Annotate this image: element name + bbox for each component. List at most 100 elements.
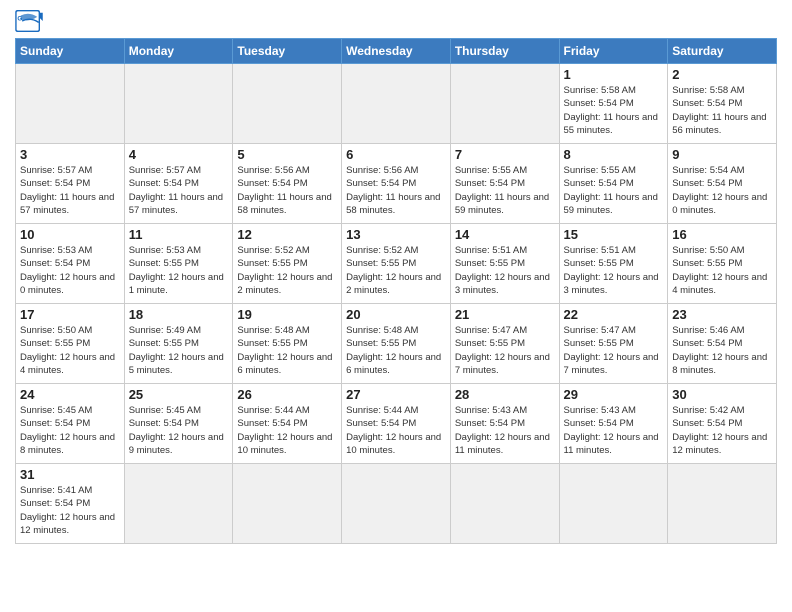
calendar-cell: 17Sunrise: 5:50 AM Sunset: 5:55 PM Dayli…	[16, 304, 125, 384]
calendar-cell: 26Sunrise: 5:44 AM Sunset: 5:54 PM Dayli…	[233, 384, 342, 464]
day-number: 21	[455, 307, 555, 322]
calendar-cell	[124, 464, 233, 544]
day-number: 24	[20, 387, 120, 402]
day-number: 27	[346, 387, 446, 402]
calendar-cell	[342, 64, 451, 144]
calendar-cell: 7Sunrise: 5:55 AM Sunset: 5:54 PM Daylig…	[450, 144, 559, 224]
day-number: 1	[564, 67, 664, 82]
calendar-cell	[559, 464, 668, 544]
calendar-week-3: 10Sunrise: 5:53 AM Sunset: 5:54 PM Dayli…	[16, 224, 777, 304]
day-info: Sunrise: 5:46 AM Sunset: 5:54 PM Dayligh…	[672, 324, 772, 377]
day-number: 8	[564, 147, 664, 162]
calendar-cell: 4 Sunrise: 5:57 AM Sunset: 5:54 PM Daylig…	[124, 144, 233, 224]
calendar-cell	[16, 64, 125, 144]
day-number: 9	[672, 147, 772, 162]
day-info: Sunrise: 5:57 AM Sunset: 5:54 PM Dayligh…	[20, 164, 120, 217]
calendar-cell: 3 Sunrise: 5:57 AM Sunset: 5:54 PM Daylig…	[16, 144, 125, 224]
calendar-cell: 6 Sunrise: 5:56 AM Sunset: 5:54 PM Daylig…	[342, 144, 451, 224]
page-header: G	[15, 10, 777, 32]
weekday-header-tuesday: Tuesday	[233, 39, 342, 64]
calendar-table: SundayMondayTuesdayWednesdayThursdayFrid…	[15, 38, 777, 544]
weekday-header-thursday: Thursday	[450, 39, 559, 64]
day-number: 20	[346, 307, 446, 322]
day-number: 6	[346, 147, 446, 162]
calendar-cell: 14 Sunrise: 5:51 AM Sunset: 5:55 PM Dayli…	[450, 224, 559, 304]
day-number: 19	[237, 307, 337, 322]
calendar-cell	[342, 464, 451, 544]
day-number: 3	[20, 147, 120, 162]
day-number: 31	[20, 467, 120, 482]
generalblue-logo-icon: G	[15, 10, 43, 32]
calendar-cell: 13 Sunrise: 5:52 AM Sunset: 5:55 PM Dayli…	[342, 224, 451, 304]
day-info: Sunrise: 5:57 AM Sunset: 5:54 PM Dayligh…	[129, 164, 229, 217]
calendar-cell	[450, 64, 559, 144]
day-info: Sunrise: 5:47 AM Sunset: 5:55 PM Dayligh…	[455, 324, 555, 377]
weekday-header-sunday: Sunday	[16, 39, 125, 64]
calendar-cell: 16 Sunrise: 5:50 AM Sunset: 5:55 PM Dayli…	[668, 224, 777, 304]
calendar-cell: 27 Sunrise: 5:44 AM Sunset: 5:54 PM Dayli…	[342, 384, 451, 464]
day-number: 2	[672, 67, 772, 82]
day-number: 11	[129, 227, 229, 242]
day-info: Sunrise: 5:43 AM Sunset: 5:54 PM Dayligh…	[455, 404, 555, 457]
day-number: 13	[346, 227, 446, 242]
day-number: 7	[455, 147, 555, 162]
day-info: Sunrise: 5:42 AM Sunset: 5:54 PM Dayligh…	[672, 404, 772, 457]
calendar-cell	[124, 64, 233, 144]
day-info: Sunrise: 5:47 AM Sunset: 5:55 PM Dayligh…	[564, 324, 664, 377]
weekday-header-monday: Monday	[124, 39, 233, 64]
day-info: Sunrise: 5:56 AM Sunset: 5:54 PM Dayligh…	[346, 164, 446, 217]
calendar-cell: 8 Sunrise: 5:55 AM Sunset: 5:54 PM Daylig…	[559, 144, 668, 224]
weekday-header-wednesday: Wednesday	[342, 39, 451, 64]
calendar-cell	[668, 464, 777, 544]
calendar-cell: 15Sunrise: 5:51 AM Sunset: 5:55 PM Dayli…	[559, 224, 668, 304]
calendar-cell: 29 Sunrise: 5:43 AM Sunset: 5:54 PM Dayli…	[559, 384, 668, 464]
day-number: 16	[672, 227, 772, 242]
calendar-cell	[233, 64, 342, 144]
calendar-cell: 2 Sunrise: 5:58 AM Sunset: 5:54 PM Daylig…	[668, 64, 777, 144]
day-info: Sunrise: 5:48 AM Sunset: 5:55 PM Dayligh…	[346, 324, 446, 377]
day-info: Sunrise: 5:55 AM Sunset: 5:54 PM Dayligh…	[564, 164, 664, 217]
calendar-cell: 10Sunrise: 5:53 AM Sunset: 5:54 PM Dayli…	[16, 224, 125, 304]
calendar-cell: 1 Sunrise: 5:58 AM Sunset: 5:54 PM Daylig…	[559, 64, 668, 144]
day-info: Sunrise: 5:44 AM Sunset: 5:54 PM Dayligh…	[346, 404, 446, 457]
day-info: Sunrise: 5:51 AM Sunset: 5:55 PM Dayligh…	[455, 244, 555, 297]
day-info: Sunrise: 5:43 AM Sunset: 5:54 PM Dayligh…	[564, 404, 664, 457]
day-number: 30	[672, 387, 772, 402]
day-number: 22	[564, 307, 664, 322]
calendar-cell: 21 Sunrise: 5:47 AM Sunset: 5:55 PM Dayli…	[450, 304, 559, 384]
calendar-cell: 25 Sunrise: 5:45 AM Sunset: 5:54 PM Dayli…	[124, 384, 233, 464]
day-number: 29	[564, 387, 664, 402]
calendar-cell: 19Sunrise: 5:48 AM Sunset: 5:55 PM Dayli…	[233, 304, 342, 384]
day-info: Sunrise: 5:45 AM Sunset: 5:54 PM Dayligh…	[20, 404, 120, 457]
calendar-cell: 9 Sunrise: 5:54 AM Sunset: 5:54 PM Daylig…	[668, 144, 777, 224]
calendar-cell: 20 Sunrise: 5:48 AM Sunset: 5:55 PM Dayli…	[342, 304, 451, 384]
day-number: 17	[20, 307, 120, 322]
day-info: Sunrise: 5:51 AM Sunset: 5:55 PM Dayligh…	[564, 244, 664, 297]
day-number: 10	[20, 227, 120, 242]
day-number: 23	[672, 307, 772, 322]
calendar-cell	[450, 464, 559, 544]
day-number: 4	[129, 147, 229, 162]
day-info: Sunrise: 5:54 AM Sunset: 5:54 PM Dayligh…	[672, 164, 772, 217]
day-number: 25	[129, 387, 229, 402]
calendar-cell: 11Sunrise: 5:53 AM Sunset: 5:55 PM Dayli…	[124, 224, 233, 304]
day-info: Sunrise: 5:45 AM Sunset: 5:54 PM Dayligh…	[129, 404, 229, 457]
calendar-cell: 24 Sunrise: 5:45 AM Sunset: 5:54 PM Dayli…	[16, 384, 125, 464]
calendar-cell: 23 Sunrise: 5:46 AM Sunset: 5:54 PM Dayli…	[668, 304, 777, 384]
weekday-header-saturday: Saturday	[668, 39, 777, 64]
calendar-cell	[233, 464, 342, 544]
day-number: 5	[237, 147, 337, 162]
calendar-cell: 18Sunrise: 5:49 AM Sunset: 5:55 PM Dayli…	[124, 304, 233, 384]
day-info: Sunrise: 5:50 AM Sunset: 5:55 PM Dayligh…	[672, 244, 772, 297]
calendar-week-4: 17Sunrise: 5:50 AM Sunset: 5:55 PM Dayli…	[16, 304, 777, 384]
day-info: Sunrise: 5:56 AM Sunset: 5:54 PM Dayligh…	[237, 164, 337, 217]
day-info: Sunrise: 5:41 AM Sunset: 5:54 PM Dayligh…	[20, 484, 120, 537]
day-number: 14	[455, 227, 555, 242]
day-info: Sunrise: 5:58 AM Sunset: 5:54 PM Dayligh…	[672, 84, 772, 137]
day-info: Sunrise: 5:58 AM Sunset: 5:54 PM Dayligh…	[564, 84, 664, 137]
day-info: Sunrise: 5:52 AM Sunset: 5:55 PM Dayligh…	[346, 244, 446, 297]
calendar-week-2: 3 Sunrise: 5:57 AM Sunset: 5:54 PM Daylig…	[16, 144, 777, 224]
day-number: 18	[129, 307, 229, 322]
calendar-cell: 22 Sunrise: 5:47 AM Sunset: 5:55 PM Dayli…	[559, 304, 668, 384]
day-number: 28	[455, 387, 555, 402]
